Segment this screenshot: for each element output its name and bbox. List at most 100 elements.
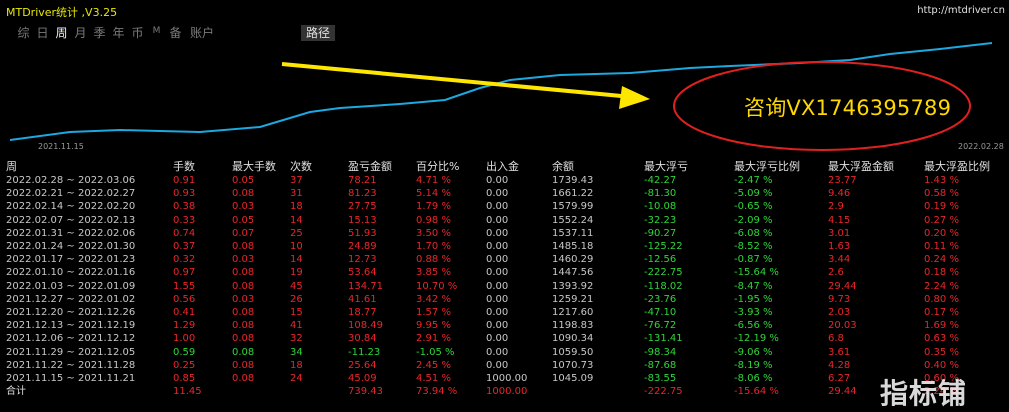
table-row[interactable]: 2021.12.20 ~ 2021.12.26 0.41 0.08 15 18.77 1.…: [0, 306, 1007, 319]
cell-max-float-loss-pct: -12.19 %: [734, 333, 779, 345]
tab-day[interactable]: 日: [33, 24, 52, 42]
cell-lots: 0.85: [173, 372, 196, 384]
tab-quarter[interactable]: 季: [90, 24, 109, 42]
cell-percent: 2.91 %: [416, 333, 451, 345]
cell-week: 2021.11.29 ~ 2021.12.05: [6, 346, 136, 358]
cell-max-float-profit-pct: 1.69 %: [924, 320, 959, 332]
cell-balance: 1579.99: [552, 201, 594, 213]
tab-currency[interactable]: 币: [128, 24, 147, 42]
cell-deposit: 0.00: [486, 188, 509, 200]
cell-balance: 1739.43: [552, 175, 594, 187]
summary-cell: [290, 385, 348, 398]
col-max-float-profit-pct[interactable]: 最大浮盈比例: [924, 158, 1007, 174]
cell-lots: 0.37: [173, 241, 196, 253]
col-deposit[interactable]: 出入金: [486, 158, 552, 174]
tab-note[interactable]: 备: [166, 24, 185, 42]
cell-pnl: 134.71: [348, 280, 383, 292]
table-row[interactable]: 2022.02.21 ~ 2022.02.27 0.93 0.08 31 81.23 5.…: [0, 187, 1007, 200]
cell-percent: 3.85 %: [416, 267, 451, 279]
summary-max-float-loss: -222.75: [644, 386, 683, 398]
cell-balance: 1259.21: [552, 293, 594, 305]
cell-percent: 1.70 %: [416, 241, 451, 253]
tab-week[interactable]: 周: [52, 24, 71, 42]
table-row[interactable]: 2022.02.14 ~ 2022.02.20 0.38 0.03 18 27.75 1.…: [0, 200, 1007, 213]
cell-deposit: 0.00: [486, 293, 509, 305]
cell-max-float-profit: 2.6: [828, 267, 844, 279]
cell-week: 2022.01.24 ~ 2022.01.30: [6, 241, 136, 253]
table-row[interactable]: 2022.02.07 ~ 2022.02.13 0.33 0.05 14 15.13 0.…: [0, 214, 1007, 227]
cell-count: 15: [290, 306, 303, 318]
cell-percent: 0.98 %: [416, 214, 451, 226]
cell-pnl: 12.73: [348, 254, 377, 266]
summary-cell: [552, 385, 644, 398]
col-week[interactable]: 周: [0, 158, 173, 174]
table-row[interactable]: 2022.01.03 ~ 2022.01.09 1.55 0.08 45 134.71 1…: [0, 280, 1007, 293]
cell-percent: -1.05 %: [416, 346, 455, 358]
col-percent[interactable]: 百分比%: [416, 158, 486, 174]
col-max-float-loss[interactable]: 最大浮亏: [644, 158, 734, 174]
cell-max-float-loss: -98.34: [644, 346, 677, 358]
table-row[interactable]: 2022.01.24 ~ 2022.01.30 0.37 0.08 10 24.89 1.…: [0, 240, 1007, 253]
col-lots[interactable]: 手数: [173, 158, 232, 174]
tab-account[interactable]: 账户: [185, 24, 219, 42]
table-row[interactable]: 2021.11.15 ~ 2021.11.21 0.85 0.08 24 45.09 4.…: [0, 372, 1007, 385]
cell-balance: 1661.22: [552, 188, 594, 200]
cell-lots: 0.74: [173, 227, 196, 239]
table-row[interactable]: 2022.01.17 ~ 2022.01.23 0.32 0.03 14 12.73 0.…: [0, 253, 1007, 266]
title-bar: MTDriver统计 ,V3.25 http://mtdriver.cn: [0, 0, 1009, 22]
cell-week: 2021.12.20 ~ 2021.12.26: [6, 306, 136, 318]
cell-deposit: 0.00: [486, 267, 509, 279]
cell-count: 41: [290, 320, 303, 332]
cell-max-float-loss: -23.76: [644, 293, 677, 305]
cell-deposit: 0.00: [486, 333, 509, 345]
cell-pnl: 53.64: [348, 267, 377, 279]
table-row[interactable]: 2021.12.06 ~ 2021.12.12 1.00 0.08 32 30.84 2.…: [0, 332, 1007, 345]
col-pnl[interactable]: 盈亏金额: [348, 158, 416, 174]
cell-max-lots: 0.08: [232, 359, 255, 371]
cell-max-float-profit: 3.01: [828, 227, 851, 239]
tab-month[interactable]: 月: [71, 24, 90, 42]
table-row[interactable]: 2022.01.31 ~ 2022.02.06 0.74 0.07 25 51.93 3.…: [0, 227, 1007, 240]
table-row[interactable]: 2022.02.28 ~ 2022.03.06 0.91 0.05 37 78.21 4.…: [0, 174, 1007, 187]
col-count[interactable]: 次数: [290, 158, 348, 174]
cell-balance: 1059.50: [552, 346, 594, 358]
col-max-float-profit[interactable]: 最大浮盈金额: [828, 158, 924, 174]
cell-max-float-loss-pct: -2.09 %: [734, 214, 773, 226]
table-row[interactable]: 2021.12.13 ~ 2021.12.19 1.29 0.08 41 108.49 9…: [0, 319, 1007, 332]
site-url-link[interactable]: http://mtdriver.cn: [917, 5, 1005, 16]
cell-max-lots: 0.08: [232, 280, 255, 292]
cell-count: 18: [290, 201, 303, 213]
cell-max-float-loss: -222.75: [644, 267, 683, 279]
tab-year[interactable]: 年: [109, 24, 128, 42]
cell-pnl: 78.21: [348, 175, 377, 187]
period-tabs: 综 日 周 月 季 年 币 M 备 账户: [14, 24, 219, 42]
cell-percent: 5.14 %: [416, 188, 451, 200]
cell-count: 26: [290, 293, 303, 305]
cell-week: 2022.01.10 ~ 2022.01.16: [6, 267, 136, 279]
cell-max-float-profit-pct: 0.58 %: [924, 188, 959, 200]
table-row[interactable]: 2021.11.22 ~ 2021.11.28 0.25 0.08 18 25.64 2.…: [0, 359, 1007, 372]
col-balance[interactable]: 余额: [552, 158, 644, 174]
cell-pnl: 41.61: [348, 293, 377, 305]
tab-summary[interactable]: 综: [14, 24, 33, 42]
cell-deposit: 0.00: [486, 280, 509, 292]
cell-pnl: 24.89: [348, 241, 377, 253]
cell-balance: 1485.18: [552, 241, 594, 253]
cell-pnl: 30.84: [348, 333, 377, 345]
table-row[interactable]: 2021.12.27 ~ 2022.01.02 0.56 0.03 26 41.61 3.…: [0, 293, 1007, 306]
path-button[interactable]: 路径: [301, 25, 335, 41]
cell-lots: 0.97: [173, 267, 196, 279]
col-max-float-loss-pct[interactable]: 最大浮亏比例: [734, 158, 828, 174]
cell-max-float-loss: -42.27: [644, 175, 677, 187]
cell-deposit: 1000.00: [486, 372, 528, 384]
cell-max-float-profit-pct: 0.27 %: [924, 214, 959, 226]
x-tick-end: 2022.02.28: [958, 142, 1004, 151]
tab-m[interactable]: M: [147, 24, 166, 42]
cell-lots: 0.41: [173, 306, 196, 318]
col-max-lots[interactable]: 最大手数: [232, 158, 290, 174]
table-row[interactable]: 2022.01.10 ~ 2022.01.16 0.97 0.08 19 53.64 3.…: [0, 266, 1007, 279]
cell-max-float-loss: -12.56: [644, 254, 677, 266]
table-row[interactable]: 2021.11.29 ~ 2021.12.05 0.59 0.08 34 -11.23 -…: [0, 345, 1007, 358]
cell-max-float-profit: 4.15: [828, 214, 851, 226]
cell-max-float-profit-pct: 0.35 %: [924, 346, 959, 358]
